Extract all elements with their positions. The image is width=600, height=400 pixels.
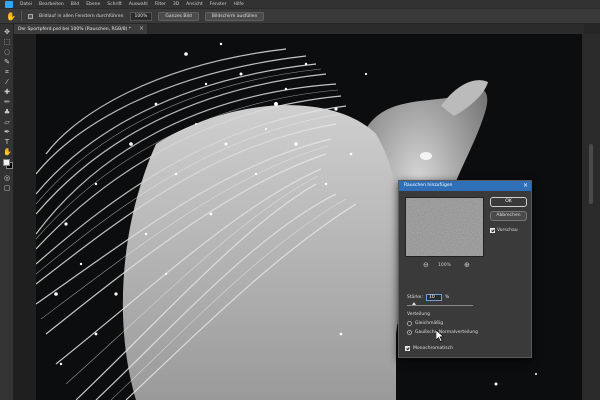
menu-view[interactable]: Ansicht xyxy=(186,2,203,7)
uniform-radio[interactable] xyxy=(407,321,412,326)
screen-mode-icon[interactable]: ▢ xyxy=(3,184,11,192)
marquee-icon[interactable]: ⬚ xyxy=(3,38,11,46)
eraser-icon[interactable]: ▱ xyxy=(3,118,11,126)
uniform-label: Gleichmäßig xyxy=(415,321,444,326)
preview-checkbox[interactable] xyxy=(490,228,495,233)
monochromatic-option[interactable]: Monochromatisch xyxy=(405,346,453,351)
zoom-in-icon[interactable]: ⊕ xyxy=(464,261,470,269)
close-tab-icon[interactable]: × xyxy=(139,25,144,32)
amount-input[interactable]: 10 xyxy=(425,294,442,301)
monochromatic-label: Monochromatisch xyxy=(413,346,453,351)
menu-file[interactable]: Datei xyxy=(20,2,32,7)
type-icon[interactable]: T xyxy=(3,138,11,146)
document-tab[interactable]: Der Sportpferd.psd bei 100% (Rauschen, R… xyxy=(14,24,148,34)
photoshop-window: Datei Bearbeiten Bild Ebene Schrift Ausw… xyxy=(0,0,600,400)
amount-label: Stärke: xyxy=(407,295,423,300)
hand-tool-icon[interactable]: ✋ xyxy=(3,148,12,156)
amount-row: Stärke: 10 % xyxy=(407,294,449,301)
pen-icon[interactable]: ✒ xyxy=(3,128,11,136)
quick-select-icon[interactable]: ✎ xyxy=(3,58,11,66)
menu-3d[interactable]: 3D xyxy=(173,2,179,7)
dialog-close-icon[interactable]: × xyxy=(523,182,528,189)
distribution-label: Verteilung xyxy=(407,312,430,317)
eyedropper-icon[interactable]: ⁄ xyxy=(3,78,11,86)
hand-icon[interactable]: ✋ xyxy=(6,12,16,21)
amount-unit: % xyxy=(444,295,450,300)
crop-icon[interactable]: ⌗ xyxy=(3,68,11,76)
menu-filter[interactable]: Filter xyxy=(155,2,166,7)
document-tab-bar: Der Sportpferd.psd bei 100% (Rauschen, R… xyxy=(14,24,584,34)
mouse-pointer-icon xyxy=(436,330,444,342)
menu-select[interactable]: Auswahl xyxy=(129,2,148,7)
menu-window[interactable]: Fenster xyxy=(210,2,227,7)
dialog-title-bar[interactable]: Rauschen hinzufügen × xyxy=(399,181,531,191)
tools-panel: ✥ ⬚ ◌ ✎ ⌗ ⁄ ✚ ✏ ♣ ▱ ✒ T ✋ ◎ ▢ xyxy=(0,24,14,400)
add-noise-dialog: Rauschen hinzufügen × ⊖ 100% ⊕ OK Abbrec… xyxy=(398,180,532,358)
options-bar: ✋ Bildlauf in allen Fenstern durchführen… xyxy=(0,9,600,24)
fit-screen-button[interactable]: Ganzes Bild xyxy=(158,11,199,21)
scrollbar-thumb[interactable] xyxy=(589,144,593,204)
fill-screen-button[interactable]: Bildschirm ausfüllen xyxy=(204,11,265,21)
quick-mask-icon[interactable]: ◎ xyxy=(3,174,11,182)
cancel-button[interactable]: Abbrechen xyxy=(490,211,527,221)
stamp-icon[interactable]: ♣ xyxy=(3,108,11,116)
scroll-all-checkbox[interactable] xyxy=(28,13,33,19)
menu-type[interactable]: Schrift xyxy=(107,2,122,7)
preview-option[interactable]: Vorschau xyxy=(490,228,518,233)
amount-slider[interactable] xyxy=(407,302,473,306)
menu-layer[interactable]: Ebene xyxy=(86,2,100,7)
options-divider xyxy=(21,11,22,21)
ok-button[interactable]: OK xyxy=(490,197,527,207)
distribution-uniform-option[interactable]: Gleichmäßig xyxy=(407,321,443,326)
healing-icon[interactable]: ✚ xyxy=(3,88,11,96)
scroll-all-label: Bildlauf in allen Fenstern durchführen xyxy=(39,13,124,19)
menu-edit[interactable]: Bearbeiten xyxy=(39,2,64,7)
preview-label: Vorschau xyxy=(497,228,518,233)
preview-zoom-level: 100% xyxy=(438,263,451,268)
document-title: Der Sportpferd.psd bei 100% (Rauschen, R… xyxy=(18,26,132,32)
menu-help[interactable]: Hilfe xyxy=(234,2,244,7)
zoom-level-field[interactable]: 100% xyxy=(129,11,153,21)
amount-slider-thumb[interactable] xyxy=(411,302,416,305)
menu-bar: Datei Bearbeiten Bild Ebene Schrift Ausw… xyxy=(0,0,600,9)
brush-icon[interactable]: ✏ xyxy=(3,98,11,106)
menu-image[interactable]: Bild xyxy=(71,2,79,7)
foreground-color-swatch[interactable] xyxy=(3,159,10,166)
lasso-icon[interactable]: ◌ xyxy=(3,48,11,56)
gaussian-label: Gaußsche Normalverteilung xyxy=(415,330,478,335)
zoom-out-icon[interactable]: ⊖ xyxy=(423,261,429,269)
vertical-scrollbar[interactable] xyxy=(582,34,600,400)
dialog-title: Rauschen hinzufügen xyxy=(404,183,453,188)
monochromatic-checkbox[interactable] xyxy=(405,346,410,351)
canvas-gutter xyxy=(14,34,36,400)
noise-preview-image xyxy=(406,198,483,256)
photoshop-logo-icon xyxy=(5,0,13,8)
gaussian-radio[interactable] xyxy=(407,330,412,335)
noise-preview[interactable] xyxy=(405,197,484,257)
move-icon[interactable]: ✥ xyxy=(3,28,11,36)
